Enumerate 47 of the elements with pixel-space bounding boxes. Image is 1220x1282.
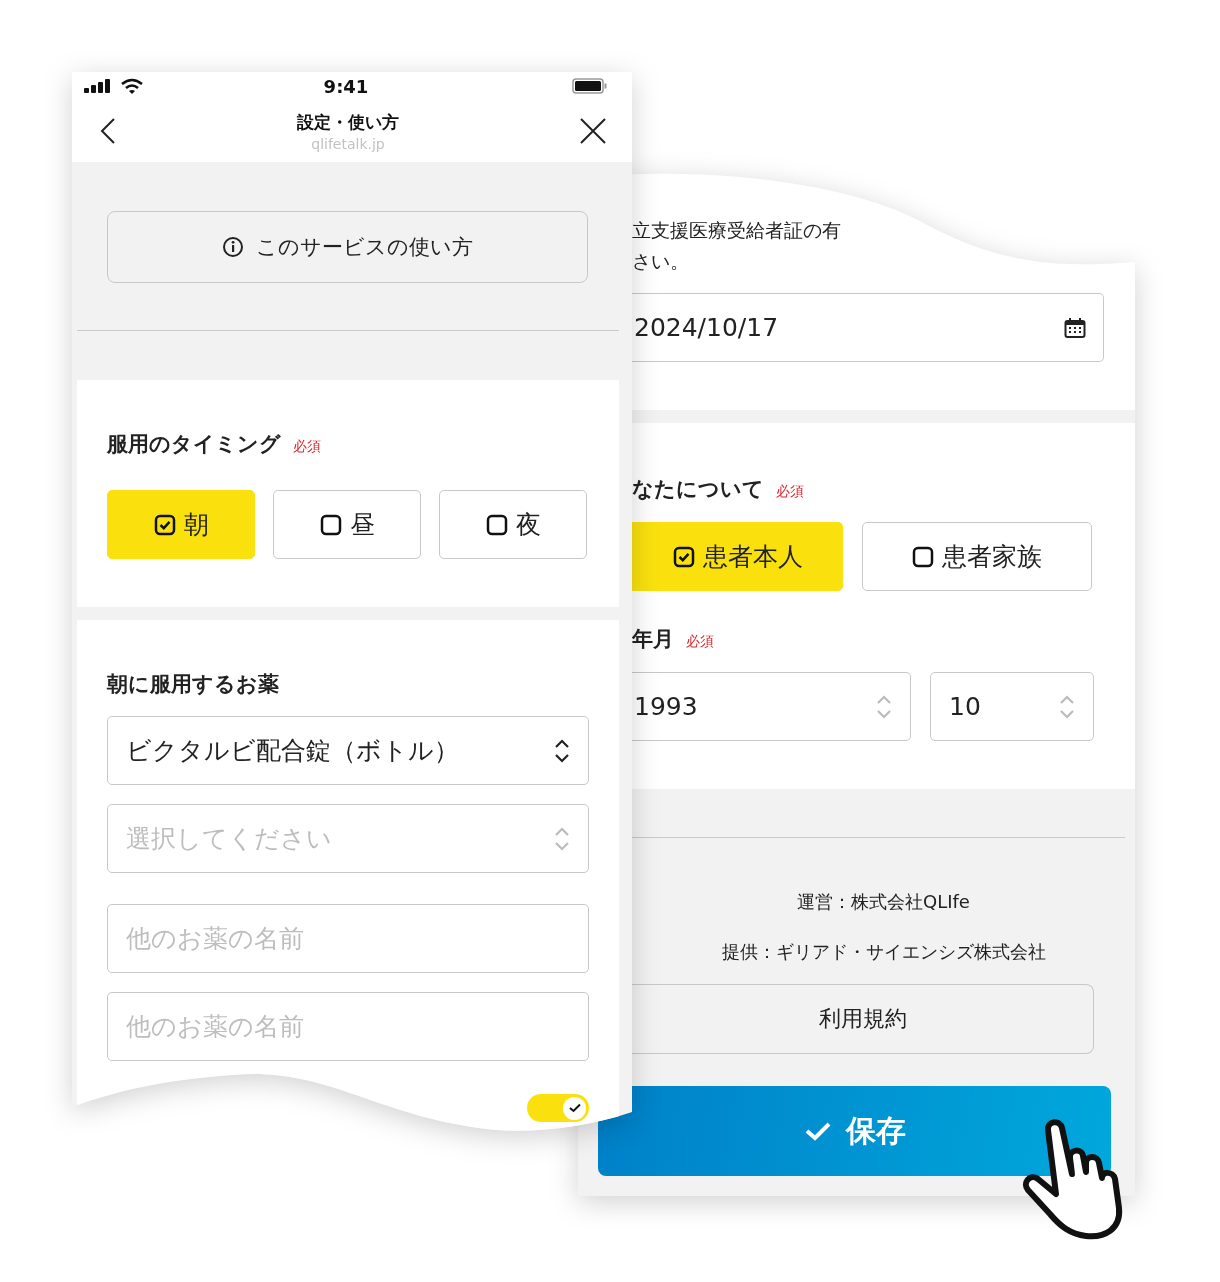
choice-button[interactable]: 昼	[273, 490, 421, 559]
note-text: さい。	[632, 249, 690, 274]
required-tag: 必須	[776, 483, 804, 501]
medicine-name-field[interactable]: 他のお薬の名前	[107, 992, 589, 1061]
toggle-switch[interactable]	[527, 1094, 589, 1122]
empty-box-icon	[912, 545, 934, 568]
status-time: 9:41	[323, 75, 369, 97]
empty-box-icon	[319, 513, 342, 536]
header-url: qlifetalk.jp	[311, 135, 385, 152]
section-label: 年月	[632, 626, 674, 653]
back-chevron-icon[interactable]	[100, 117, 116, 145]
checked-box-icon	[673, 545, 695, 568]
choice-button[interactable]: 朝	[107, 490, 255, 559]
up-down-chevron-icon	[553, 825, 571, 852]
up-down-chevron-icon	[875, 693, 893, 720]
close-icon[interactable]	[580, 118, 606, 144]
provider-text: 提供：ギリアド・サイエンシズ株式会社	[720, 940, 1047, 964]
section-label: なたについて	[632, 476, 764, 503]
medicine-name-field[interactable]: 他のお薬の名前	[107, 904, 589, 973]
operator-text: 運営：株式会社QLIfe	[796, 890, 971, 914]
choice-button[interactable]: 夜	[439, 490, 587, 559]
terms-button[interactable]: 利用規約	[632, 984, 1094, 1054]
up-down-chevron-icon	[1058, 693, 1076, 720]
check-icon	[568, 1103, 581, 1113]
choice-button[interactable]: 患者家族	[862, 522, 1092, 591]
section-label: 朝に服用するお薬	[107, 671, 279, 698]
check-icon	[803, 1120, 832, 1142]
medicine-select[interactable]: 選択してください	[107, 804, 589, 873]
battery-icon	[572, 78, 608, 94]
info-icon	[222, 236, 244, 258]
signal-icon	[84, 79, 112, 93]
medicine-select[interactable]: ビクタルビ配合錠（ボトル）	[107, 716, 589, 785]
required-tag: 必須	[686, 633, 714, 651]
note-text: 立支援医療受給者証の有	[632, 218, 842, 243]
up-down-chevron-icon	[553, 737, 571, 764]
header-title: 設定・使い方	[297, 110, 399, 134]
month-select[interactable]: 10	[930, 672, 1094, 741]
section-label: 服用のタイミング	[107, 431, 281, 458]
empty-box-icon	[485, 513, 508, 536]
choice-button[interactable]: 患者本人	[632, 522, 843, 591]
calendar-icon	[1064, 316, 1086, 339]
required-tag: 必須	[293, 438, 321, 456]
year-select[interactable]: 1993	[632, 672, 911, 741]
wifi-icon	[120, 77, 144, 95]
date-field[interactable]: 2024/10/17	[632, 293, 1104, 362]
checked-box-icon	[153, 513, 176, 536]
help-button[interactable]: このサービスの使い方	[107, 211, 588, 283]
